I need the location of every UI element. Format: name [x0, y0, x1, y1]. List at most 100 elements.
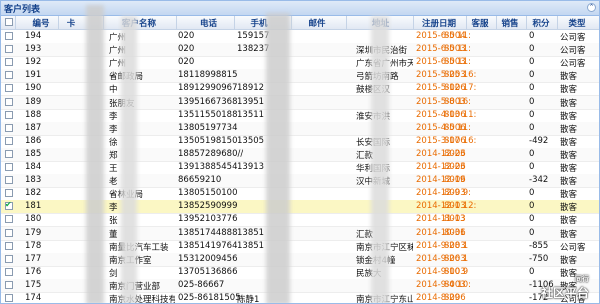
- row-id: 179: [25, 227, 42, 238]
- row-id: 192: [25, 57, 42, 68]
- col-header-service[interactable]: 客服: [468, 17, 492, 29]
- row-name: 李: [109, 111, 118, 122]
- row-id: 180: [25, 214, 42, 225]
- col-header-card[interactable]: 卡: [65, 17, 77, 29]
- select-all-checkbox[interactable]: [5, 18, 13, 26]
- row-points: 0: [529, 83, 535, 94]
- row-id: 176: [25, 266, 42, 277]
- row-service: 8006: [444, 148, 466, 159]
- col-header-sales[interactable]: 销售: [498, 17, 522, 29]
- row-id: 175: [25, 279, 42, 290]
- row-points: 0: [529, 57, 535, 68]
- row-service: 8003: [444, 201, 466, 212]
- row-service: 8003: [444, 57, 466, 68]
- row-type: 散客: [560, 137, 578, 148]
- row-service: 8006: [444, 175, 466, 186]
- row-service: 8006: [444, 122, 466, 133]
- row-type: 散客: [560, 190, 578, 201]
- row-name: 剑: [109, 268, 118, 279]
- row-name: 张: [109, 216, 118, 227]
- row-id: 182: [25, 188, 42, 199]
- col-header-name[interactable]: 客户名称: [109, 17, 169, 29]
- col-header-email[interactable]: 邮件: [297, 17, 337, 29]
- row-type: 散客: [560, 203, 578, 214]
- row-checkbox[interactable]: [5, 110, 13, 119]
- panel-title: 客户列表: [4, 5, 41, 15]
- row-mobile: 13913: [237, 162, 265, 172]
- row-id: 178: [25, 240, 42, 251]
- row-checkbox[interactable]: [5, 254, 13, 263]
- row-checkbox[interactable]: [5, 58, 13, 67]
- row-points: -492: [529, 135, 549, 146]
- row-phone: 020: [178, 44, 195, 55]
- row-service: 8003: [444, 188, 466, 199]
- row-service: 8003: [444, 214, 466, 225]
- row-name: 徐: [109, 137, 118, 148]
- row-name: 李: [109, 124, 118, 135]
- row-checkbox[interactable]: [5, 136, 13, 145]
- row-id: 189: [25, 96, 42, 107]
- row-name: 王: [109, 164, 118, 174]
- col-header-id[interactable]: 编号: [26, 17, 56, 29]
- row-type: 公司客: [560, 242, 586, 253]
- row-checkbox[interactable]: [5, 200, 13, 211]
- row-type: 散客: [560, 177, 578, 188]
- row-points: 0: [529, 162, 535, 172]
- row-checkbox[interactable]: [5, 280, 13, 289]
- row-type: 散客: [560, 124, 578, 135]
- row-checkbox[interactable]: [5, 267, 13, 276]
- row-checkbox[interactable]: [5, 241, 13, 250]
- row-phone: 18912990967: [178, 83, 238, 94]
- row-id: 185: [25, 148, 42, 159]
- row-phone: 18857289680//: [178, 148, 244, 159]
- row-points: 0: [529, 227, 535, 238]
- row-points: 0: [529, 266, 535, 277]
- row-checkbox[interactable]: [5, 45, 13, 54]
- row-phone: 13852590999: [178, 201, 238, 212]
- row-mobile: 13511: [237, 109, 265, 120]
- row-id: 183: [25, 175, 42, 186]
- row-checkbox[interactable]: [5, 71, 13, 80]
- row-points: 0: [529, 122, 535, 133]
- row-phone: 13505198150: [178, 135, 238, 146]
- collapse-icon[interactable]: ⌃: [587, 3, 596, 12]
- row-checkbox[interactable]: [5, 176, 13, 185]
- row-phone: 13805150100: [178, 188, 238, 199]
- row-checkbox[interactable]: [5, 163, 13, 171]
- row-checkbox[interactable]: [5, 32, 13, 40]
- row-mobile: 13851: [237, 240, 265, 251]
- row-service: 8003: [444, 240, 466, 251]
- row-points: 0: [529, 188, 535, 199]
- row-checkbox[interactable]: [5, 228, 13, 237]
- row-name: 李: [109, 203, 118, 214]
- col-header-regdate[interactable]: 注册日期: [415, 17, 463, 29]
- customer-list-panel: 客户列表 ⌃ 编号 卡 客户名称 电话 手机 邮件 地址 注册日期 客服 销售 …: [0, 0, 600, 304]
- col-header-phone[interactable]: 电话: [181, 17, 236, 29]
- row-checkbox[interactable]: [5, 294, 13, 302]
- redaction-blur: [121, 16, 137, 303]
- row-checkbox[interactable]: [5, 97, 13, 106]
- row-type: 公司客: [560, 33, 586, 43]
- row-points: 0: [529, 70, 535, 81]
- redaction-blur: [266, 13, 290, 303]
- row-points: -750: [529, 253, 549, 264]
- row-checkbox[interactable]: [5, 84, 13, 93]
- row-mobile: 陈静1: [237, 295, 260, 304]
- row-phone: 13705136866: [178, 266, 238, 277]
- row-checkbox[interactable]: [5, 215, 13, 224]
- row-mobile: 18912: [237, 83, 265, 94]
- row-name: 郑: [109, 150, 118, 161]
- row-points: 0: [529, 96, 535, 107]
- row-checkbox[interactable]: [5, 123, 13, 132]
- row-service: 8006: [444, 162, 466, 172]
- row-type: 散客: [560, 98, 578, 109]
- row-checkbox[interactable]: [5, 149, 13, 158]
- col-header-type[interactable]: 类型: [559, 17, 595, 29]
- row-phone: 13952103776: [178, 214, 238, 225]
- row-type: 公司客: [560, 46, 586, 57]
- row-phone: 13851419764: [178, 240, 238, 251]
- row-checkbox[interactable]: [5, 189, 13, 198]
- row-id: 191: [25, 70, 42, 81]
- col-header-points[interactable]: 积分: [529, 17, 553, 29]
- row-id: 174: [25, 293, 42, 303]
